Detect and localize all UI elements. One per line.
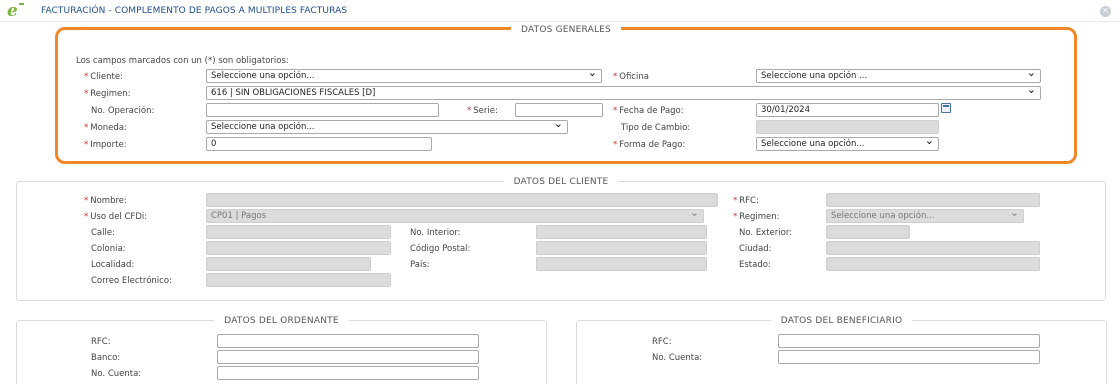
uso-cfdi-select: CP01 | Pagos (206, 209, 704, 223)
rfc-ordenante-label: RFC: (91, 337, 111, 347)
app-logo: e (7, 1, 18, 21)
regimen-cliente-label: * Regimen: (733, 212, 780, 222)
title-bar: e FACTURACIÓN - COMPLEMENTO DE PAGOS A M… (0, 0, 1120, 22)
logo-mark (19, 3, 24, 5)
required-note: Los campos marcados con un (*) son oblig… (76, 56, 289, 66)
datos-beneficiario-legend: DATOS DEL BENEFICIARIO (577, 315, 1106, 327)
correo-input (206, 273, 391, 287)
codigo-postal-input (536, 241, 707, 255)
calendar-icon[interactable] (941, 103, 951, 113)
forma-pago-select[interactable]: Seleccione una opción... (756, 137, 939, 151)
localidad-label: Localidad: (91, 260, 135, 270)
rfc-cliente-label: * RFC: (733, 196, 759, 206)
tipo-cambio-input (756, 120, 939, 134)
oficina-label: * Oficina (613, 72, 649, 82)
pais-label: País: (410, 260, 430, 270)
regimen-cliente-select: Seleccione una opción... (826, 209, 1024, 223)
forma-pago-label: * Forma de Pago: (613, 140, 686, 150)
no-interior-label: No. Interior: (410, 228, 461, 238)
moneda-select[interactable]: Seleccione una opción... (206, 120, 568, 134)
no-cuenta-ordenante-label: No. Cuenta: (91, 369, 142, 379)
rfc-cliente-input (826, 193, 1040, 207)
no-cuenta-beneficiario-input[interactable] (778, 350, 1040, 364)
pais-input (536, 257, 707, 271)
moneda-label: * Moneda: (84, 123, 127, 133)
no-exterior-input (826, 225, 910, 239)
serie-label: * Serie: (467, 106, 498, 116)
datos-ordenante-legend: DATOS DEL ORDENANTE (17, 315, 546, 327)
fecha-pago-input[interactable]: 30/01/2024 (756, 103, 939, 117)
regimen-select[interactable]: 616 | SIN OBLIGACIONES FISCALES [D] (206, 86, 1041, 100)
calle-label: Calle: (91, 228, 115, 238)
banco-input[interactable] (217, 350, 479, 364)
nombre-label: * Nombre: (84, 196, 127, 206)
uso-cfdi-label: * Uso del CFDi: (84, 212, 148, 222)
estado-label: Estado: (739, 260, 771, 270)
tipo-cambio-label: Tipo de Cambio: (621, 123, 691, 133)
cliente-select[interactable]: Seleccione una opción... (206, 69, 602, 83)
fecha-pago-label: * Fecha de Pago: (613, 106, 684, 116)
page-title: FACTURACIÓN - COMPLEMENTO DE PAGOS A MUL… (41, 6, 348, 16)
correo-label: Correo Electrónico: (91, 276, 172, 286)
regimen-label: * Regimen: (84, 89, 131, 99)
ciudad-input (826, 241, 1040, 255)
nombre-input (206, 193, 718, 207)
cliente-label: * Cliente: (84, 72, 123, 82)
no-exterior-label: No. Exterior: (739, 228, 793, 238)
estado-input (826, 257, 1040, 271)
rfc-ordenante-input[interactable] (217, 334, 479, 348)
datos-cliente-legend: DATOS DEL CLIENTE (17, 176, 1105, 188)
rfc-beneficiario-input[interactable] (778, 334, 1040, 348)
oficina-select[interactable]: Seleccione una opción ... (756, 69, 1041, 83)
codigo-postal-label: Código Postal: (410, 244, 471, 254)
no-operacion-label: No. Operación: (91, 106, 155, 116)
importe-input[interactable]: 0 (206, 137, 432, 151)
serie-input[interactable] (515, 103, 603, 117)
colonia-input (206, 241, 391, 255)
ciudad-label: Ciudad: (739, 244, 772, 254)
rfc-beneficiario-label: RFC: (652, 337, 672, 347)
no-interior-input (536, 225, 707, 239)
colonia-label: Colonia: (91, 244, 126, 254)
localidad-input (206, 257, 371, 271)
no-cuenta-beneficiario-label: No. Cuenta: (652, 353, 703, 363)
banco-label: Banco: (91, 353, 121, 363)
no-operacion-input[interactable] (206, 103, 439, 117)
datos-generales-legend: DATOS GENERALES (58, 24, 1074, 36)
calle-input (206, 225, 391, 239)
no-cuenta-ordenante-input[interactable] (217, 366, 479, 380)
importe-label: * Importe: (84, 140, 127, 150)
close-icon[interactable]: × (1100, 6, 1111, 17)
